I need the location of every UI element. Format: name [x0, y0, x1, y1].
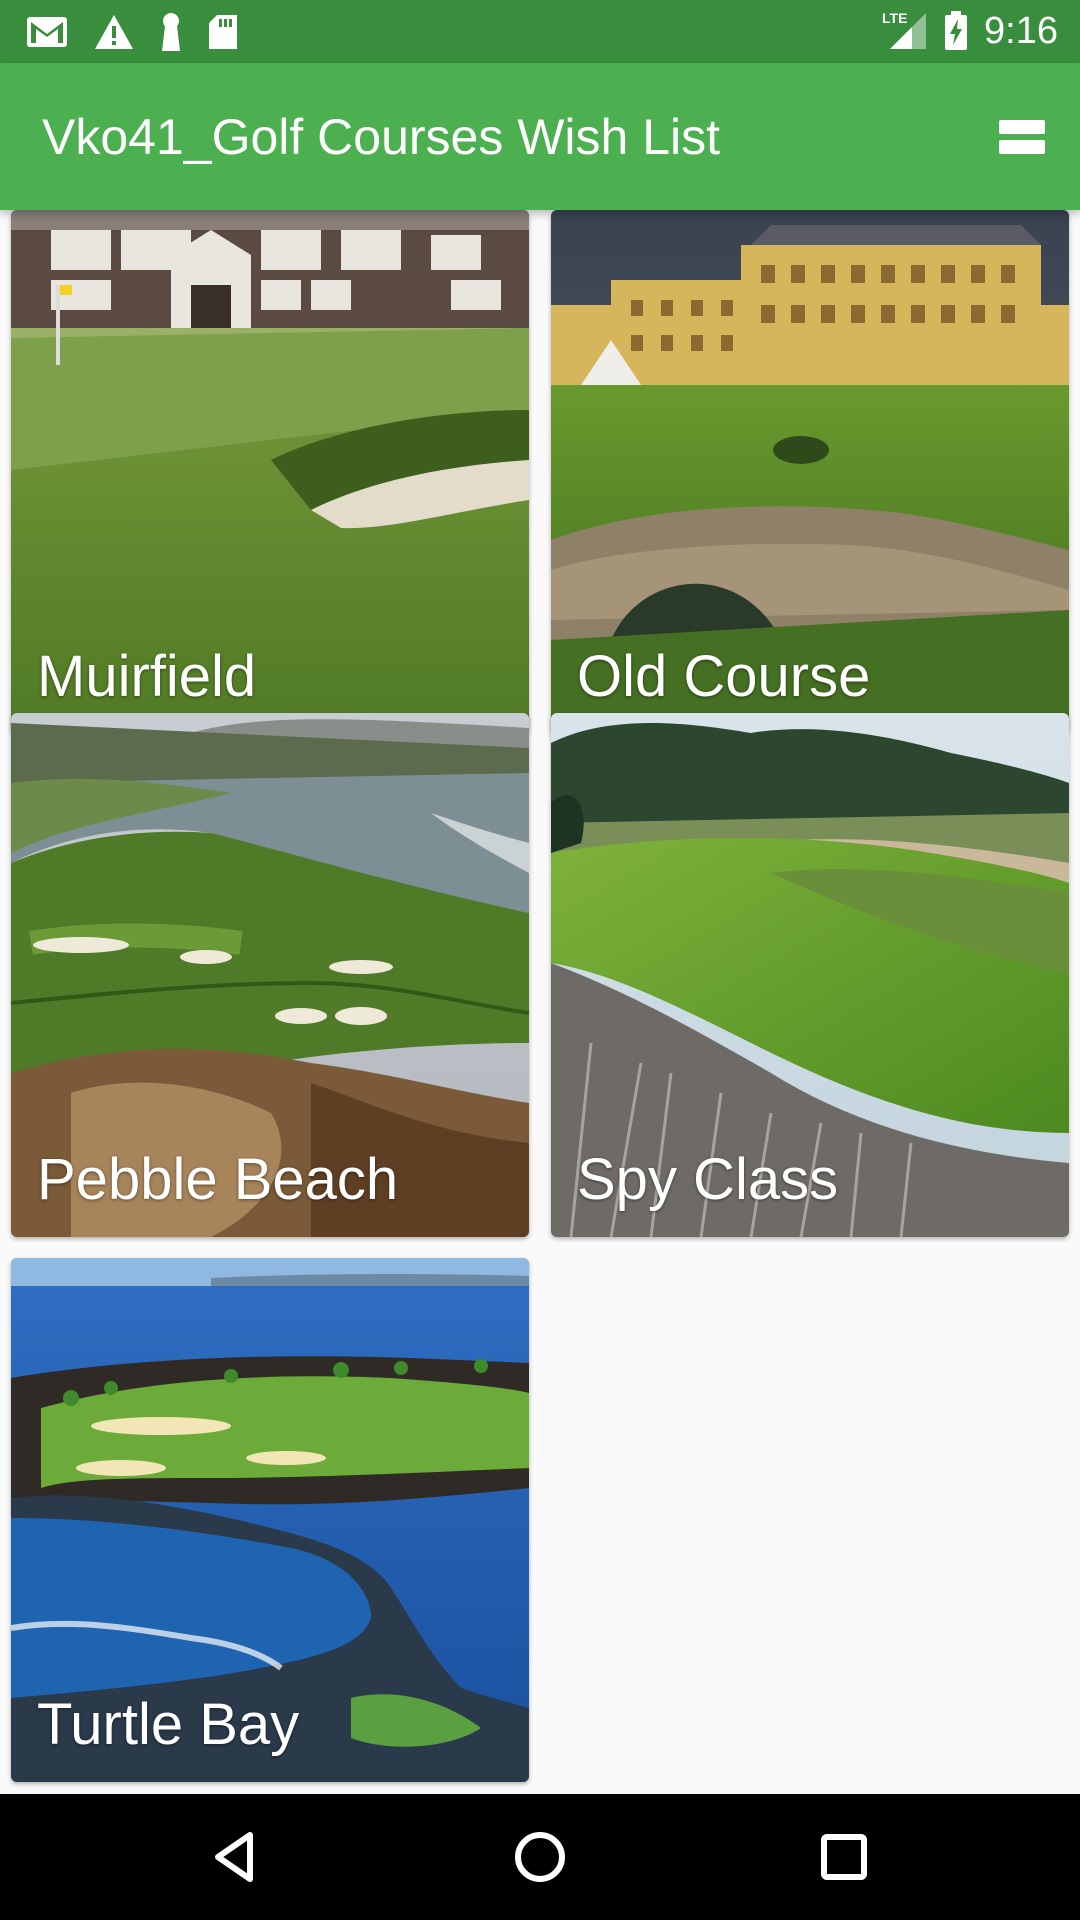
course-name: Spy Class	[577, 1147, 839, 1212]
course-card-pebble-beach[interactable]: Pebble Beach	[11, 713, 529, 1237]
course-name: Turtle Bay	[37, 1692, 300, 1757]
app-bar: Vko41_Golf Courses Wish List	[0, 63, 1080, 210]
sd-card-icon	[208, 14, 238, 50]
lte-signal-icon: LTE	[882, 11, 928, 51]
course-card-old-course[interactable]: Old Course	[551, 210, 1069, 734]
clock: 9:16	[984, 10, 1058, 52]
recents-icon[interactable]	[814, 1827, 874, 1887]
course-card-muirfield[interactable]: Muirfield	[11, 210, 529, 734]
course-name: Muirfield	[37, 644, 257, 709]
warning-icon	[94, 14, 134, 50]
app-title: Vko41_Golf Courses Wish List	[42, 109, 721, 165]
view-stream-icon[interactable]	[994, 109, 1050, 165]
notification-icons	[26, 10, 238, 54]
keyhole-icon	[160, 12, 182, 52]
navigation-bar	[0, 1794, 1080, 1920]
status-bar: LTE 9:16	[0, 0, 1080, 63]
network-label: LTE	[882, 10, 908, 26]
gmail-icon	[26, 16, 68, 48]
course-name: Pebble Beach	[37, 1147, 399, 1212]
home-icon[interactable]	[510, 1827, 570, 1887]
course-card-spy-class[interactable]: Spy Class	[551, 713, 1069, 1237]
course-card-turtle-bay[interactable]: Turtle Bay	[11, 1258, 529, 1782]
battery-charging-icon	[944, 11, 968, 51]
system-icons: LTE 9:16	[882, 6, 1058, 56]
course-name: Old Course	[577, 644, 871, 709]
back-icon[interactable]	[206, 1827, 266, 1887]
